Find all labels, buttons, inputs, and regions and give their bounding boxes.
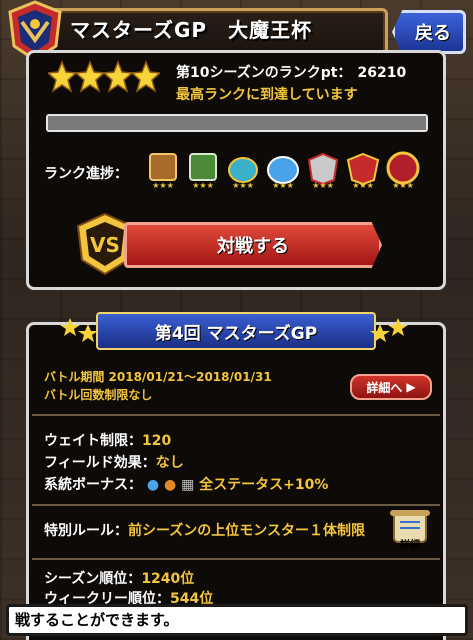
field-effect: フィールド効果：なし [44, 452, 184, 472]
weight-limit-label: ウェイト制限： [44, 433, 142, 449]
diamond-rank-icon: ★★★ [307, 152, 339, 190]
field-effect-value: なし [155, 455, 184, 471]
rank-progress-fill [48, 116, 426, 130]
special-rule-value: 前シーズンの上位モンスター１体制限 [128, 523, 366, 539]
battle-period: バトル期間 2018/01/21～2018/01/31 [44, 370, 272, 384]
svg-text:★★★: ★★★ [192, 181, 214, 190]
special-rule-detail-label: 詳細 [400, 540, 420, 551]
max-rank-message: 最高ランクに到達しています [176, 87, 358, 103]
svg-text:★★★: ★★★ [272, 181, 294, 190]
material-icon: ▦ [181, 477, 195, 493]
detail-button-label: 詳細へ [366, 380, 403, 395]
weight-limit-value: 120 [142, 433, 172, 449]
svg-text:★★★: ★★★ [232, 181, 254, 190]
season-ranking: シーズン順位：1240位 [44, 568, 194, 588]
message-bar[interactable]: 戦することができます。 [6, 604, 468, 636]
field-effect-label: フィールド効果： [44, 455, 156, 471]
event-banner: 第4回 マスターズGP [96, 312, 376, 350]
beast-icon: ● [163, 477, 177, 493]
gold-rank-icon: ★★★ [228, 157, 258, 190]
master-rank-icon: ★★★ [346, 152, 380, 190]
svg-text:VS: VS [90, 233, 120, 257]
divider [32, 558, 440, 560]
svg-text:★★★: ★★★ [352, 181, 374, 190]
rank-progress-bar [46, 114, 428, 132]
svg-text:★★★: ★★★ [392, 181, 414, 190]
battle-limit: バトル回数制限なし [44, 388, 153, 402]
special-rule: 特別ルール：前シーズンの上位モンスター１体制限 [44, 520, 365, 540]
battle-button[interactable]: 対戦する [124, 222, 382, 268]
detail-button[interactable]: 詳細へ ▶ [350, 374, 432, 400]
svg-text:★★★: ★★★ [312, 181, 334, 190]
svg-text:★★★: ★★★ [152, 181, 174, 190]
season-rank-points: 第10シーズンのランクpt： 26210 [176, 62, 406, 82]
silver-rank-icon: ★★★ [189, 153, 217, 190]
banner-stars-left-icon [60, 318, 98, 342]
season-ranking-label: シーズン順位： [44, 571, 142, 587]
back-button[interactable]: 戻る [392, 10, 466, 54]
bronze-rank-icon: ★★★ [149, 153, 177, 190]
divider [32, 504, 440, 506]
family-bonus: 系統ボーナス： ● ● ▦ 全ステータス+10% [44, 474, 328, 494]
banner-stars-right-icon [370, 318, 408, 342]
rank-progress-icons: ★★★ ★★★ ★★★ ★★★ ★★★ ★★★ ★★★ [149, 151, 420, 190]
season-rank-label: 第10シーズンのランクpt： [176, 65, 352, 81]
rank-stars-icon [48, 60, 160, 93]
special-rule-label: 特別ルール： [44, 523, 128, 539]
slime-icon: ● [146, 477, 160, 493]
family-bonus-value: 全ステータス+10% [199, 477, 329, 493]
season-rank-value: 26210 [357, 65, 407, 81]
family-bonus-label: 系統ボーナス： [44, 477, 142, 493]
platinum-rank-icon: ★★★ [267, 156, 299, 190]
page-title: マスターズGP 大魔王杯 [70, 18, 313, 42]
rank-progress-label: ランク進捗： [44, 166, 128, 182]
season-ranking-value: 1240位 [141, 571, 195, 587]
chevron-right-icon: ▶ [406, 380, 416, 394]
grandmaster-rank-icon: ★★★ [386, 151, 420, 190]
weight-limit: ウェイト制限：120 [44, 430, 171, 450]
divider [32, 414, 440, 416]
